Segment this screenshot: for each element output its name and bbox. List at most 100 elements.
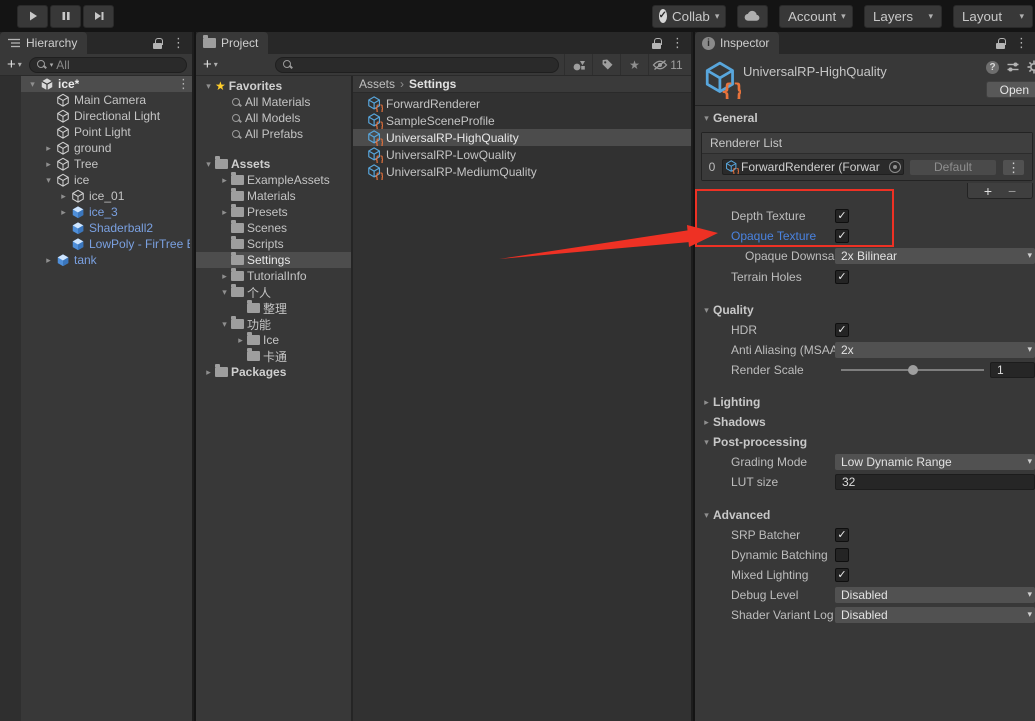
lock-icon[interactable] bbox=[153, 38, 163, 49]
help-icon[interactable] bbox=[986, 61, 999, 74]
hidden-packages-toggle[interactable]: 11 bbox=[648, 54, 686, 75]
render-scale-value[interactable]: 1 bbox=[990, 362, 1035, 378]
lock-icon[interactable] bbox=[996, 38, 1006, 49]
tab-inspector[interactable]: i Inspector bbox=[695, 32, 779, 54]
lut-size-input[interactable]: 32 bbox=[835, 474, 1035, 490]
favorite-item[interactable]: All Models bbox=[196, 110, 351, 126]
grading-mode-dropdown[interactable]: Low Dynamic Range bbox=[835, 454, 1035, 470]
folder-item[interactable]: Scripts bbox=[196, 236, 351, 252]
hierarchy-item[interactable]: Tree bbox=[21, 156, 192, 172]
foldout-arrow-icon[interactable] bbox=[26, 79, 39, 90]
foldout-arrow-icon[interactable] bbox=[42, 159, 55, 170]
opaque-texture-checkbox[interactable]: ✓ bbox=[835, 229, 849, 243]
save-search-button[interactable] bbox=[620, 54, 648, 75]
foldout-arrow-icon[interactable] bbox=[202, 367, 215, 378]
breadcrumb-root[interactable]: Assets bbox=[359, 77, 395, 91]
hierarchy-item[interactable]: Directional Light bbox=[21, 108, 192, 124]
foldout-arrow-icon[interactable] bbox=[42, 143, 55, 154]
open-button[interactable]: Open bbox=[986, 81, 1035, 98]
folder-item[interactable]: Presets bbox=[196, 204, 351, 220]
create-menu-button[interactable]: + bbox=[5, 56, 24, 73]
section-general[interactable]: General bbox=[695, 108, 1035, 128]
kebab-icon[interactable] bbox=[177, 76, 190, 92]
pause-button[interactable] bbox=[50, 5, 81, 28]
breadcrumb-current[interactable]: Settings bbox=[409, 77, 456, 91]
object-picker-icon[interactable] bbox=[889, 161, 901, 173]
add-button[interactable]: + bbox=[984, 183, 992, 199]
hierarchy-item[interactable]: ice bbox=[21, 172, 192, 188]
terrain-holes-checkbox[interactable]: ✓ bbox=[835, 270, 849, 284]
favorites-root[interactable]: Favorites bbox=[196, 78, 351, 94]
favorite-item[interactable]: All Materials bbox=[196, 94, 351, 110]
mixed-lighting-checkbox[interactable]: ✓ bbox=[835, 568, 849, 582]
gear-icon[interactable] bbox=[1027, 60, 1035, 74]
tab-hierarchy[interactable]: Hierarchy bbox=[0, 32, 87, 54]
assets-root-folder[interactable]: Assets bbox=[196, 156, 351, 172]
create-menu-button[interactable]: + bbox=[201, 56, 220, 73]
hierarchy-item[interactable]: Main Camera bbox=[21, 92, 192, 108]
debug-level-dropdown[interactable]: Disabled bbox=[835, 587, 1035, 603]
hdr-checkbox[interactable]: ✓ bbox=[835, 323, 849, 337]
account-dropdown[interactable]: Account bbox=[779, 5, 853, 28]
slider-handle[interactable] bbox=[908, 365, 918, 375]
kebab-icon[interactable] bbox=[671, 35, 684, 51]
favorite-item[interactable]: All Prefabs bbox=[196, 126, 351, 142]
shader-variant-log-dropdown[interactable]: Disabled bbox=[835, 607, 1035, 623]
foldout-arrow-icon[interactable] bbox=[42, 175, 55, 186]
folder-item[interactable]: 卡通 bbox=[196, 348, 351, 364]
asset-item-selected[interactable]: UniversalRP-HighQuality bbox=[353, 129, 691, 146]
kebab-icon[interactable] bbox=[1015, 35, 1028, 51]
foldout-arrow-icon[interactable] bbox=[218, 175, 231, 186]
anti-aliasing-dropdown[interactable]: 2x bbox=[835, 342, 1035, 358]
folder-item[interactable]: Scenes bbox=[196, 220, 351, 236]
foldout-arrow-icon[interactable] bbox=[234, 335, 247, 346]
packages-root[interactable]: Packages bbox=[196, 364, 351, 380]
hierarchy-scene-row[interactable]: ice* bbox=[21, 76, 192, 92]
asset-item[interactable]: UniversalRP-LowQuality bbox=[353, 146, 691, 163]
foldout-arrow-icon[interactable] bbox=[218, 207, 231, 218]
hierarchy-item[interactable]: ice_01 bbox=[21, 188, 192, 204]
hierarchy-search-input[interactable]: All bbox=[29, 57, 187, 73]
foldout-arrow-icon[interactable] bbox=[57, 191, 70, 202]
asset-item[interactable]: UniversalRP-MediumQuality bbox=[353, 163, 691, 180]
foldout-arrow-icon[interactable] bbox=[218, 287, 231, 298]
hierarchy-item[interactable]: LowPoly - FirTree E bbox=[21, 236, 192, 252]
hierarchy-item[interactable]: tank bbox=[21, 252, 192, 268]
play-button[interactable] bbox=[17, 5, 48, 28]
kebab-icon[interactable] bbox=[172, 35, 185, 51]
layers-dropdown[interactable]: Layers bbox=[864, 5, 942, 28]
hierarchy-item[interactable]: Point Light bbox=[21, 124, 192, 140]
section-quality[interactable]: Quality bbox=[695, 300, 1035, 320]
folder-item-settings[interactable]: Settings bbox=[196, 252, 351, 268]
folder-item[interactable]: 功能 bbox=[196, 316, 351, 332]
step-button[interactable] bbox=[83, 5, 114, 28]
foldout-arrow-icon[interactable] bbox=[218, 271, 231, 282]
foldout-arrow-icon[interactable] bbox=[218, 319, 231, 330]
folder-item[interactable]: 整理 bbox=[196, 300, 351, 316]
hierarchy-item[interactable]: ground bbox=[21, 140, 192, 156]
tab-project[interactable]: Project bbox=[196, 32, 268, 54]
hierarchy-item[interactable]: ice_3 bbox=[21, 204, 192, 220]
asset-item[interactable]: ForwardRenderer bbox=[353, 95, 691, 112]
folder-item[interactable]: 个人 bbox=[196, 284, 351, 300]
folder-item[interactable]: Ice bbox=[196, 332, 351, 348]
section-lighting[interactable]: Lighting bbox=[695, 392, 1035, 412]
default-button[interactable]: Default bbox=[909, 159, 997, 176]
layout-dropdown[interactable]: Layout bbox=[953, 5, 1033, 28]
section-post-processing[interactable]: Post-processing bbox=[695, 432, 1035, 452]
asset-item[interactable]: SampleSceneProfile bbox=[353, 112, 691, 129]
folder-item[interactable]: TutorialInfo bbox=[196, 268, 351, 284]
project-search-input[interactable] bbox=[275, 57, 559, 73]
hierarchy-item[interactable]: Shaderball2 bbox=[21, 220, 192, 236]
opaque-downsampling-dropdown[interactable]: 2x Bilinear bbox=[835, 248, 1035, 264]
dynamic-batching-checkbox[interactable] bbox=[835, 548, 849, 562]
kebab-icon[interactable] bbox=[1002, 159, 1025, 176]
folder-item[interactable]: Materials bbox=[196, 188, 351, 204]
search-by-label-button[interactable] bbox=[592, 54, 620, 75]
srp-batcher-checkbox[interactable]: ✓ bbox=[835, 528, 849, 542]
depth-texture-checkbox[interactable]: ✓ bbox=[835, 209, 849, 223]
lock-icon[interactable] bbox=[652, 38, 662, 49]
collab-dropdown[interactable]: Collab bbox=[652, 5, 726, 28]
presets-icon[interactable] bbox=[1006, 60, 1020, 74]
renderer-object-field[interactable]: ForwardRenderer (Forwar bbox=[722, 159, 904, 175]
